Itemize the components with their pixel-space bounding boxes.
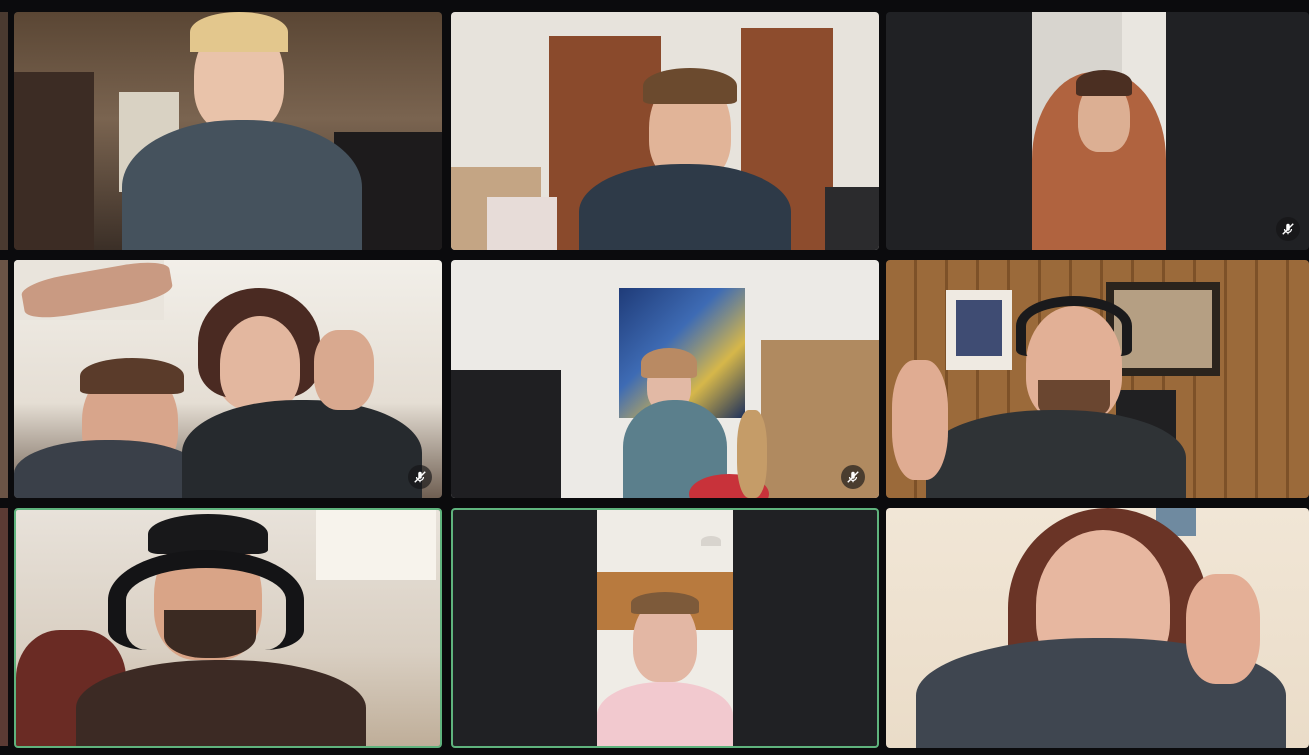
offscreen-tile-edge xyxy=(0,12,8,250)
video-feed xyxy=(886,260,1309,498)
participant-tile-active-speaker[interactable] xyxy=(14,508,442,748)
participant-tile-active-speaker[interactable] xyxy=(451,508,879,748)
participant-tile[interactable] xyxy=(14,12,442,250)
video-grid xyxy=(0,0,1309,755)
participant-tile[interactable] xyxy=(451,260,879,498)
video-feed xyxy=(451,12,879,250)
participant-tile[interactable] xyxy=(14,260,442,498)
video-feed xyxy=(14,260,442,498)
video-feed xyxy=(597,510,733,746)
participant-tile[interactable] xyxy=(451,12,879,250)
participant-tile[interactable] xyxy=(886,12,1309,250)
video-feed xyxy=(451,260,879,498)
offscreen-tile-edge xyxy=(0,508,8,746)
video-feed xyxy=(1032,12,1166,250)
participant-tile[interactable] xyxy=(886,260,1309,498)
video-feed xyxy=(886,508,1309,748)
video-feed xyxy=(14,12,442,250)
video-feed xyxy=(16,510,440,746)
participant-tile[interactable] xyxy=(886,508,1309,748)
mic-off-icon xyxy=(1276,217,1300,241)
mic-off-icon xyxy=(841,465,865,489)
mic-off-icon xyxy=(408,465,432,489)
offscreen-tile-edge xyxy=(0,260,8,498)
